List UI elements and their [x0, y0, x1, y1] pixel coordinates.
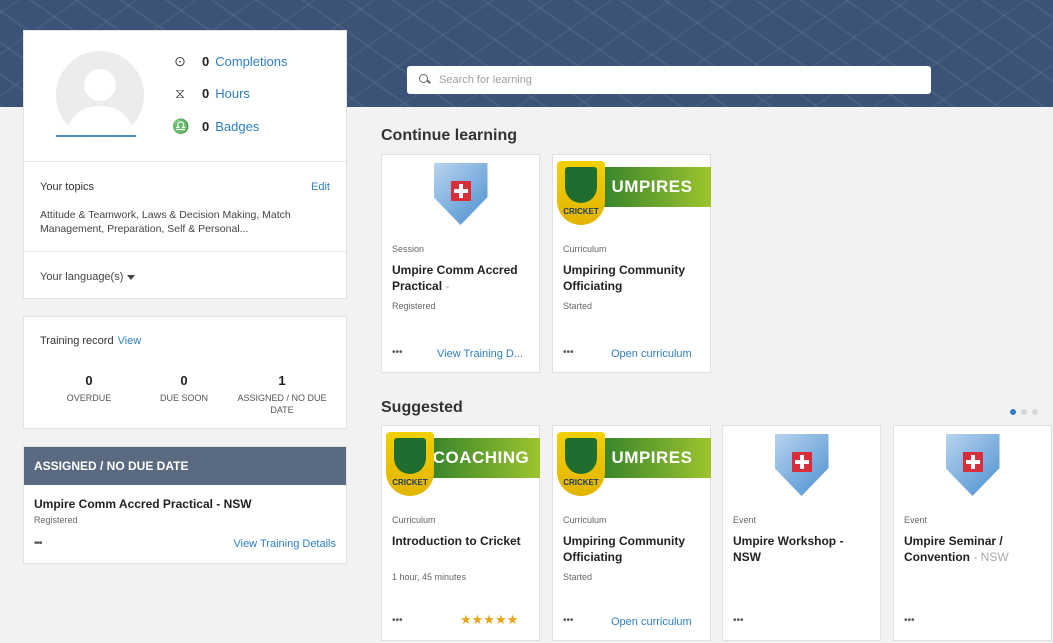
- topics-list: Attitude & Teamwork, Laws & Decision Mak…: [40, 209, 291, 235]
- course-card[interactable]: Event Umpire Workshop - NSW •••: [722, 425, 881, 641]
- training-record-panel: Training record View 0 OVERDUE 0 DUE SOON…: [23, 316, 347, 429]
- shield-icon: [433, 163, 488, 225]
- course-thumbnail: COACHING CRICKET: [382, 426, 540, 508]
- view-training-details-link[interactable]: View Training D...: [437, 348, 523, 360]
- training-record-title: Training record View: [40, 335, 142, 347]
- search-input[interactable]: Search for learning: [407, 66, 931, 94]
- search-icon: [419, 74, 431, 86]
- assigned-header: ASSIGNED / NO DUE DATE: [24, 447, 346, 485]
- course-thumbnail: UMPIRES CRICKET: [553, 155, 711, 237]
- divider: [24, 251, 346, 252]
- course-title[interactable]: Introduction to Cricket: [392, 533, 532, 549]
- course-thumbnail: [723, 426, 880, 508]
- course-title[interactable]: Umpiring Community Officiating: [563, 262, 703, 294]
- assigned-item-status: Registered: [34, 515, 78, 525]
- continue-learning-title: Continue learning: [381, 127, 517, 144]
- rating-stars: ★★★★★: [460, 612, 519, 627]
- hourglass-icon: ⧖: [175, 85, 185, 101]
- course-title[interactable]: Umpire Comm Accred Practical -: [392, 262, 532, 294]
- course-thumbnail: UMPIRES CRICKET: [553, 426, 711, 508]
- caret-down-icon: [127, 274, 136, 280]
- open-curriculum-link[interactable]: Open curriculum: [611, 616, 692, 628]
- course-card[interactable]: UMPIRES CRICKET Curriculum Umpiring Comm…: [552, 154, 711, 373]
- shield-icon: [945, 434, 1000, 496]
- avatar-underline: [56, 135, 136, 137]
- assigned-item-title[interactable]: Umpire Comm Accred Practical - NSW: [34, 497, 252, 511]
- completions-stat[interactable]: ⊙ 0 Completions: [172, 53, 287, 69]
- course-banner: COACHING: [422, 438, 540, 478]
- open-curriculum-link[interactable]: Open curriculum: [611, 348, 692, 360]
- more-options-icon[interactable]: •••: [392, 347, 403, 358]
- more-options-icon[interactable]: •••: [34, 538, 42, 549]
- carousel-pager[interactable]: [1010, 409, 1038, 415]
- edit-topics-link[interactable]: Edit: [311, 181, 330, 193]
- view-training-details-link[interactable]: View Training Details: [233, 538, 336, 550]
- course-card[interactable]: Session Umpire Comm Accred Practical - R…: [381, 154, 540, 373]
- course-card[interactable]: Event Umpire Seminar / Convention - NSW …: [893, 425, 1052, 641]
- check-circle-icon: ⊙: [174, 53, 186, 69]
- due-soon-stat[interactable]: 0 DUE SOON: [154, 373, 214, 404]
- more-options-icon[interactable]: •••: [563, 615, 574, 626]
- cricket-australia-logo-icon: CRICKET: [557, 161, 605, 225]
- assigned-panel: ASSIGNED / NO DUE DATE Umpire Comm Accre…: [23, 446, 347, 564]
- cricket-australia-logo-icon: CRICKET: [557, 432, 605, 496]
- cricket-australia-logo-icon: CRICKET: [386, 432, 434, 496]
- language-dropdown[interactable]: Your language(s): [40, 271, 136, 283]
- topics-title: Your topics: [40, 181, 95, 193]
- pager-dot[interactable]: [1032, 409, 1038, 415]
- pager-dot[interactable]: [1021, 409, 1027, 415]
- pager-dot[interactable]: [1010, 409, 1016, 415]
- badge-icon: ♎: [172, 118, 190, 134]
- course-title[interactable]: Umpiring Community Officiating: [563, 533, 703, 565]
- divider: [24, 161, 346, 162]
- more-options-icon[interactable]: •••: [733, 615, 744, 626]
- more-options-icon[interactable]: •••: [392, 615, 403, 626]
- training-record-view-link[interactable]: View: [118, 335, 142, 347]
- course-banner: UMPIRES: [593, 167, 711, 207]
- course-title[interactable]: Umpire Seminar / Convention - NSW: [904, 533, 1044, 565]
- shield-icon: [774, 434, 829, 496]
- hours-stat[interactable]: ⧖ 0 Hours: [172, 85, 250, 101]
- overdue-stat[interactable]: 0 OVERDUE: [64, 373, 114, 404]
- course-thumbnail: [894, 426, 1051, 508]
- course-card[interactable]: COACHING CRICKET Curriculum Introduction…: [381, 425, 540, 641]
- course-card[interactable]: UMPIRES CRICKET Curriculum Umpiring Comm…: [552, 425, 711, 641]
- avatar[interactable]: [56, 51, 144, 139]
- assigned-stat[interactable]: 1 ASSIGNED / NO DUE DATE: [232, 373, 332, 416]
- badges-stat[interactable]: ♎ 0 Badges: [172, 118, 259, 134]
- search-placeholder: Search for learning: [439, 74, 532, 86]
- suggested-title: Suggested: [381, 399, 463, 416]
- profile-panel: ⊙ 0 Completions ⧖ 0 Hours ♎ 0 Badges You…: [23, 30, 347, 299]
- course-title[interactable]: Umpire Workshop - NSW: [733, 533, 873, 565]
- more-options-icon[interactable]: •••: [563, 347, 574, 358]
- course-thumbnail: [382, 155, 539, 237]
- course-banner: UMPIRES: [593, 438, 711, 478]
- more-options-icon[interactable]: •••: [904, 615, 915, 626]
